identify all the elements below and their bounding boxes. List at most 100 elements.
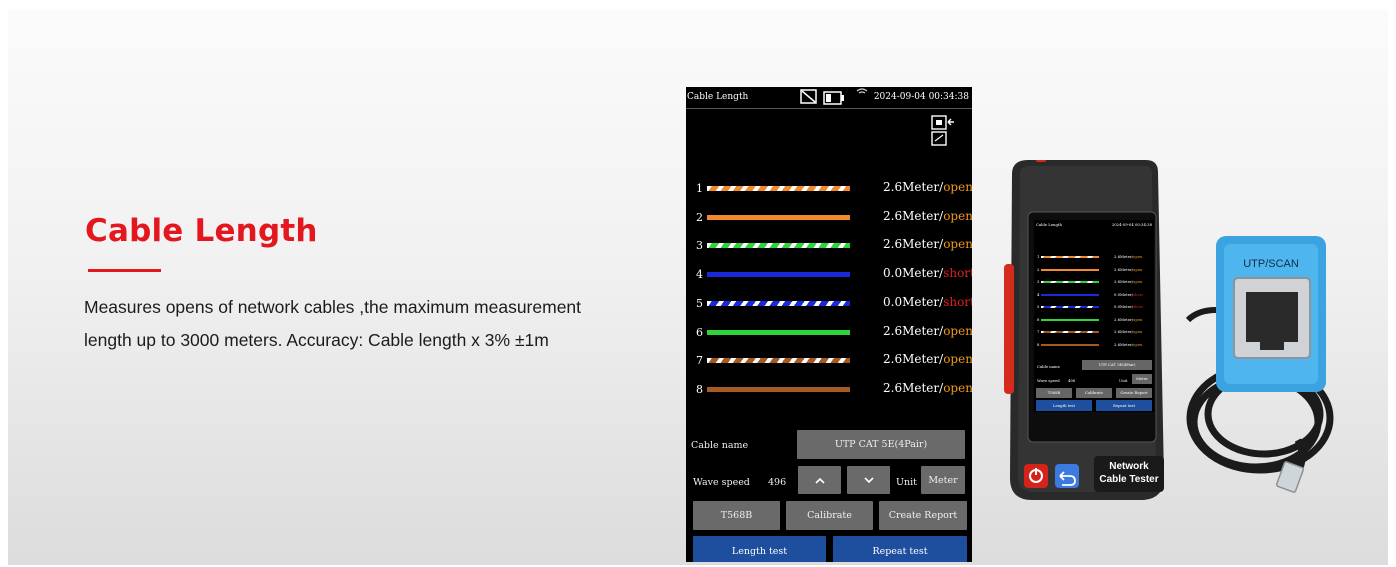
tester-screen: Cable Length 2024-09-04 00:34:38 1 2.6Met…: [686, 87, 972, 562]
calibrate-button[interactable]: Calibrate: [786, 501, 873, 530]
mini-wire-number: 6: [1037, 316, 1040, 322]
wire-length: 2.6Meter/: [883, 208, 944, 223]
mini-wire-bar: [1041, 318, 1099, 321]
wave-speed-label: Wave speed: [693, 477, 750, 488]
mini-calibrate: Calibrate: [1076, 388, 1112, 398]
wire-length: 2.6Meter/: [883, 237, 944, 252]
cable-name-label: Cable name: [691, 440, 749, 451]
mini-wire-length: 2.6Meter/: [1114, 254, 1134, 259]
mini-wire-bar: [1041, 306, 1099, 308]
screen-timestamp: 2024-09-04 00:34:38: [873, 92, 969, 102]
mini-wire-number: 7: [1037, 329, 1040, 334]
wire-length: 2.6Meter/: [883, 323, 944, 338]
mini-wire-result: 0.0Meter/short: [1114, 292, 1143, 297]
wave-speed-value: 496: [768, 477, 787, 488]
chevron-up-icon: [814, 477, 825, 484]
mini-cable-name-value: UTP CAT 5E(4Pair): [1082, 360, 1152, 370]
mini-unit-value: Meter: [1132, 374, 1152, 384]
mini-wire-result: 0.0Meter/short: [1114, 304, 1143, 309]
wave-speed-up-button[interactable]: [798, 466, 841, 494]
mini-wire-status: open: [1133, 316, 1143, 322]
wire-bar: [707, 272, 850, 278]
chevron-down-icon: [863, 476, 874, 483]
mini-wire-result: 2.6Meter/open: [1114, 279, 1142, 284]
brand-line-1: Network: [1109, 461, 1149, 472]
wire-bar: [707, 243, 850, 249]
mini-wave-speed-value: 496: [1068, 378, 1076, 383]
wire-result: 2.6Meter/open: [883, 180, 972, 194]
mini-wire-row: 8 2.6Meter/open: [1034, 342, 1154, 350]
wire-result: 2.6Meter/open: [883, 209, 972, 223]
length-test-button[interactable]: Length test: [693, 536, 826, 562]
wire-number: 8: [696, 382, 703, 396]
mini-wire-length: 0.0Meter/: [1114, 291, 1134, 297]
wire-number: 7: [696, 354, 703, 368]
wire-status: short: [943, 294, 972, 309]
headline: Cable Length: [85, 213, 318, 249]
wire-status: open: [943, 237, 972, 252]
wire-status: open: [943, 208, 972, 223]
mini-wire-length: 2.6Meter/: [1114, 341, 1134, 347]
wire-length: 0.0Meter/: [883, 266, 944, 281]
wire-status: open: [943, 352, 972, 367]
wire-row: 7 2.6Meter/open: [686, 351, 972, 371]
mini-wire-row: 7 2.6Meter/open: [1034, 329, 1154, 337]
wire-result: 2.6Meter/open: [883, 381, 972, 395]
mini-wire-status: open: [1133, 279, 1143, 284]
description: Measures opens of network cables ,the ma…: [84, 291, 644, 357]
mini-wire-bar: [1041, 256, 1099, 258]
wire-bar: [707, 214, 850, 220]
mini-wire-number: 3: [1037, 279, 1040, 284]
mini-wave-speed-label: Wave speed: [1037, 378, 1060, 383]
wifi-icon: [856, 87, 868, 102]
mini-wire-result: 2.6Meter/open: [1114, 317, 1142, 322]
wire-number: 5: [696, 296, 703, 310]
cable-name-select[interactable]: UTP CAT 5E(4Pair): [797, 430, 965, 459]
mini-wire-length: 0.0Meter/: [1114, 304, 1134, 309]
t568b-button[interactable]: T568B: [693, 501, 780, 530]
wire-length: 2.6Meter/: [883, 180, 944, 194]
mini-wire-bar: [1041, 293, 1099, 296]
mini-create-report: Create Report: [1116, 388, 1152, 398]
wire-bar: [707, 329, 850, 335]
mini-wire-number: 2: [1037, 266, 1040, 272]
port-icon[interactable]: [930, 114, 956, 152]
mini-wire-row: 4 0.0Meter/short: [1034, 292, 1154, 300]
wire-row: 6 2.6Meter/open: [686, 323, 972, 343]
mini-wire-bar: [1041, 343, 1099, 346]
mini-wire-row: 6 2.6Meter/open: [1034, 317, 1154, 325]
mini-wire-length: 2.6Meter/: [1114, 329, 1134, 334]
mini-t568b: T568B: [1036, 388, 1072, 398]
mini-wire-length: 2.6Meter/: [1114, 316, 1134, 322]
wire-number: 6: [696, 325, 703, 339]
wire-status: open: [943, 323, 972, 338]
wire-status: short: [943, 266, 972, 281]
tester-device: Network Cable Tester UTP/SCAN Cable Leng…: [998, 154, 1343, 519]
description-line-1: Measures opens of network cables ,the ma…: [84, 297, 582, 317]
mini-wire-status: open: [1133, 254, 1143, 259]
battery-icon: [823, 90, 845, 109]
unit-select[interactable]: Meter: [921, 466, 965, 494]
mini-wire-number: 1: [1037, 254, 1040, 259]
wire-row: 4 0.0Meter/short: [686, 265, 972, 285]
wire-bar: [707, 358, 850, 364]
mini-cable-name-label: Cable name: [1037, 364, 1060, 369]
mini-wire-row: 5 0.0Meter/short: [1034, 304, 1154, 312]
status-bar: Cable Length 2024-09-04 00:34:38: [686, 87, 972, 109]
mini-wire-bar: [1041, 281, 1099, 283]
mini-wire-number: 8: [1037, 341, 1040, 347]
description-line-2: length up to 3000 meters. Accuracy: Cabl…: [84, 330, 549, 350]
wire-row: 8 2.6Meter/open: [686, 380, 972, 400]
mini-wire-result: 2.6Meter/open: [1114, 329, 1142, 334]
mini-length-test: Length test: [1036, 400, 1092, 411]
adapter-label: UTP/SCAN: [1243, 258, 1299, 270]
repeat-test-button[interactable]: Repeat test: [833, 536, 967, 562]
headline-underline: [88, 269, 161, 272]
mini-wire-number: 4: [1037, 291, 1040, 297]
create-report-button[interactable]: Create Report: [879, 501, 967, 530]
wire-status: open: [943, 380, 972, 395]
wire-length: 2.6Meter/: [883, 352, 944, 367]
wave-speed-down-button[interactable]: [847, 466, 890, 494]
wire-bar: [707, 186, 850, 191]
screen-title: Cable Length: [687, 92, 749, 102]
